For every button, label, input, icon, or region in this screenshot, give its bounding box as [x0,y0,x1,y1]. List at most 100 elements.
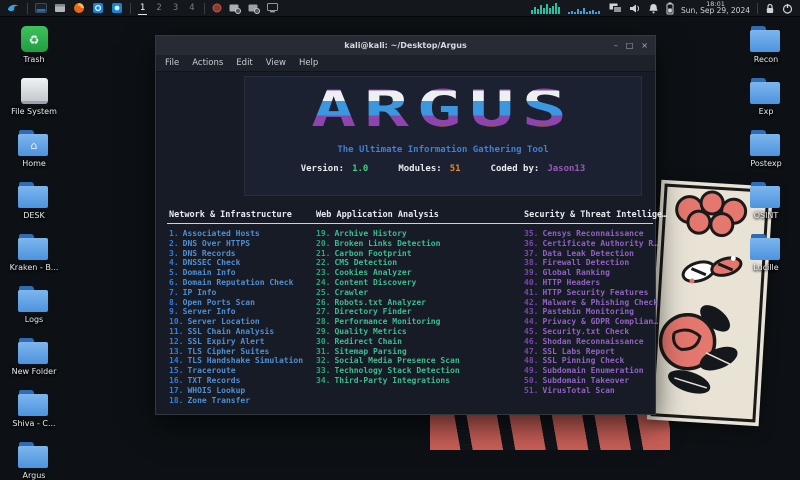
desktop-icon[interactable]: Shiva - C... [6,390,62,428]
icon-emblem [18,184,51,208]
module-number: 34. [316,376,330,385]
desktop-icon-glyph [18,442,51,468]
terminal-launcher-icon[interactable] [35,1,47,16]
maximize-button[interactable]: □ [626,42,634,50]
clock[interactable]: 18:01 Sun, Sep 29, 2024 [681,1,750,16]
module-label: Third-Party Integrations [334,376,450,385]
kali-menu-icon[interactable] [7,1,20,16]
module-item: 42.Malware & Phishing Check [524,298,658,308]
desktop-icon[interactable]: ♻ Trash [6,26,62,64]
window-settings-icon-1[interactable] [229,1,241,16]
desktop-icon[interactable]: OSINT [738,182,794,220]
module-label: Broken Links Detection [334,239,440,248]
window-settings-icon-2[interactable] [248,1,260,16]
module-number: 47. [524,347,538,356]
module-label: Performance Monitoring [334,317,440,326]
banner-panel: ARGUS The Ultimate Information Gathering… [244,76,642,196]
power-icon[interactable] [782,1,793,16]
module-list-security: 35.Censys Reconnaissance36.Certificate A… [524,229,658,396]
module-number: 29. [316,327,330,336]
module-label: Global Ranking [542,268,609,277]
menu-item[interactable]: Edit [236,58,252,68]
minimize-button[interactable]: – [614,42,618,50]
module-label: Security.txt Check [542,327,629,336]
lock-icon[interactable] [765,1,775,16]
module-label: Firewall Detection [542,258,629,267]
module-number: 17. [169,386,183,395]
module-label: Quality Metrics [334,327,406,336]
module-label: TLS Handshake Simulation [187,356,303,365]
module-item: 51. VirusTotal Scan [524,386,658,396]
workspace-button[interactable]: 1 [138,2,147,15]
terminal-body[interactable]: ARGUS The Ultimate Information Gathering… [156,72,655,414]
workspace-button[interactable]: 2 [154,2,163,14]
desktop-icon[interactable]: Logs [6,286,62,324]
desktop-icon[interactable]: File System [6,78,62,116]
module-label: Certificate Authority R… [542,239,658,248]
icon-emblem [21,80,48,101]
module-number: 40. [524,278,538,287]
app-blue-icon-2[interactable] [111,1,123,16]
module-number: 36. [524,239,538,248]
module-item: 7.IP Info [169,288,303,298]
notifications-bell-icon[interactable] [648,1,659,16]
desktop-icon-glyph [750,78,783,104]
net-graph-icon[interactable] [568,1,602,16]
menu-item[interactable]: Actions [192,58,223,68]
close-button[interactable]: × [641,42,648,50]
module-item: 5.Domain Info [169,268,303,278]
volume-icon[interactable] [629,1,641,16]
desktop-icon-label: DESK [6,211,62,220]
module-number: 13. [169,347,183,356]
desktop-icon[interactable]: Kraken - B... [6,234,62,272]
menu-item[interactable]: Help [299,58,318,68]
module-number: 44. [524,317,538,326]
display-icon[interactable] [267,1,278,16]
desktop-icon[interactable]: New Folder [6,338,62,376]
module-number: 49. [524,366,538,375]
module-number: 43. [524,307,538,316]
module-number: 22. [316,258,330,267]
app-blue-icon-1[interactable] [92,1,104,16]
module-number: 25. [316,288,330,297]
module-label: Content Discovery [334,278,416,287]
module-label: VirusTotal Scan [542,386,614,395]
module-item: 28.Performance Monitoring [316,317,460,327]
module-number: 51. [524,386,538,395]
file-manager-launcher-icon[interactable] [54,1,66,16]
wallpaper-rays [430,413,670,450]
menu-item[interactable]: File [165,58,179,68]
network-icon[interactable] [609,1,622,16]
record-dot-icon[interactable] [212,1,222,16]
workspace-button[interactable]: 4 [187,2,196,14]
module-number: 21. [316,249,330,258]
module-number: 31. [316,347,330,356]
panel-separator [204,3,205,14]
module-label: Malware & Phishing Check [542,298,658,307]
window-titlebar[interactable]: kali@kali: ~/Desktop/Argus –□× [156,36,655,55]
module-label: Subdomain Enumeration [542,366,643,375]
desktop-icon[interactable]: DESK [6,182,62,220]
module-number: 2. [169,239,179,248]
desktop-icon[interactable]: Lucille [738,234,794,272]
module-number: 18. [169,396,183,405]
desktop-icon-label: Kraken - B... [6,263,62,272]
column-header-network: Network & Infrastructure [169,210,292,220]
desktop-icon-glyph [18,182,51,208]
module-item: 21.Carbon Footprint [316,249,460,259]
battery-icon[interactable] [666,1,674,16]
desktop-icon[interactable]: ⌂ Home [6,130,62,168]
icon-emblem [18,236,51,260]
module-item: 48.SSL Pinning Check [524,356,658,366]
module-number: 27. [316,307,330,316]
menu-item[interactable]: View [266,58,286,68]
workspace-button[interactable]: 3 [171,2,180,14]
module-number: 9. [169,307,179,316]
cpu-graph-icon[interactable] [531,1,561,16]
browser-launcher-icon[interactable] [73,1,85,16]
desktop-icon[interactable]: Argus [6,442,62,480]
desktop-icon[interactable]: Recon [738,26,794,64]
desktop-icon[interactable]: Exp [738,78,794,116]
desktop-icon[interactable]: Postexp [738,130,794,168]
module-number: 4. [169,258,179,267]
